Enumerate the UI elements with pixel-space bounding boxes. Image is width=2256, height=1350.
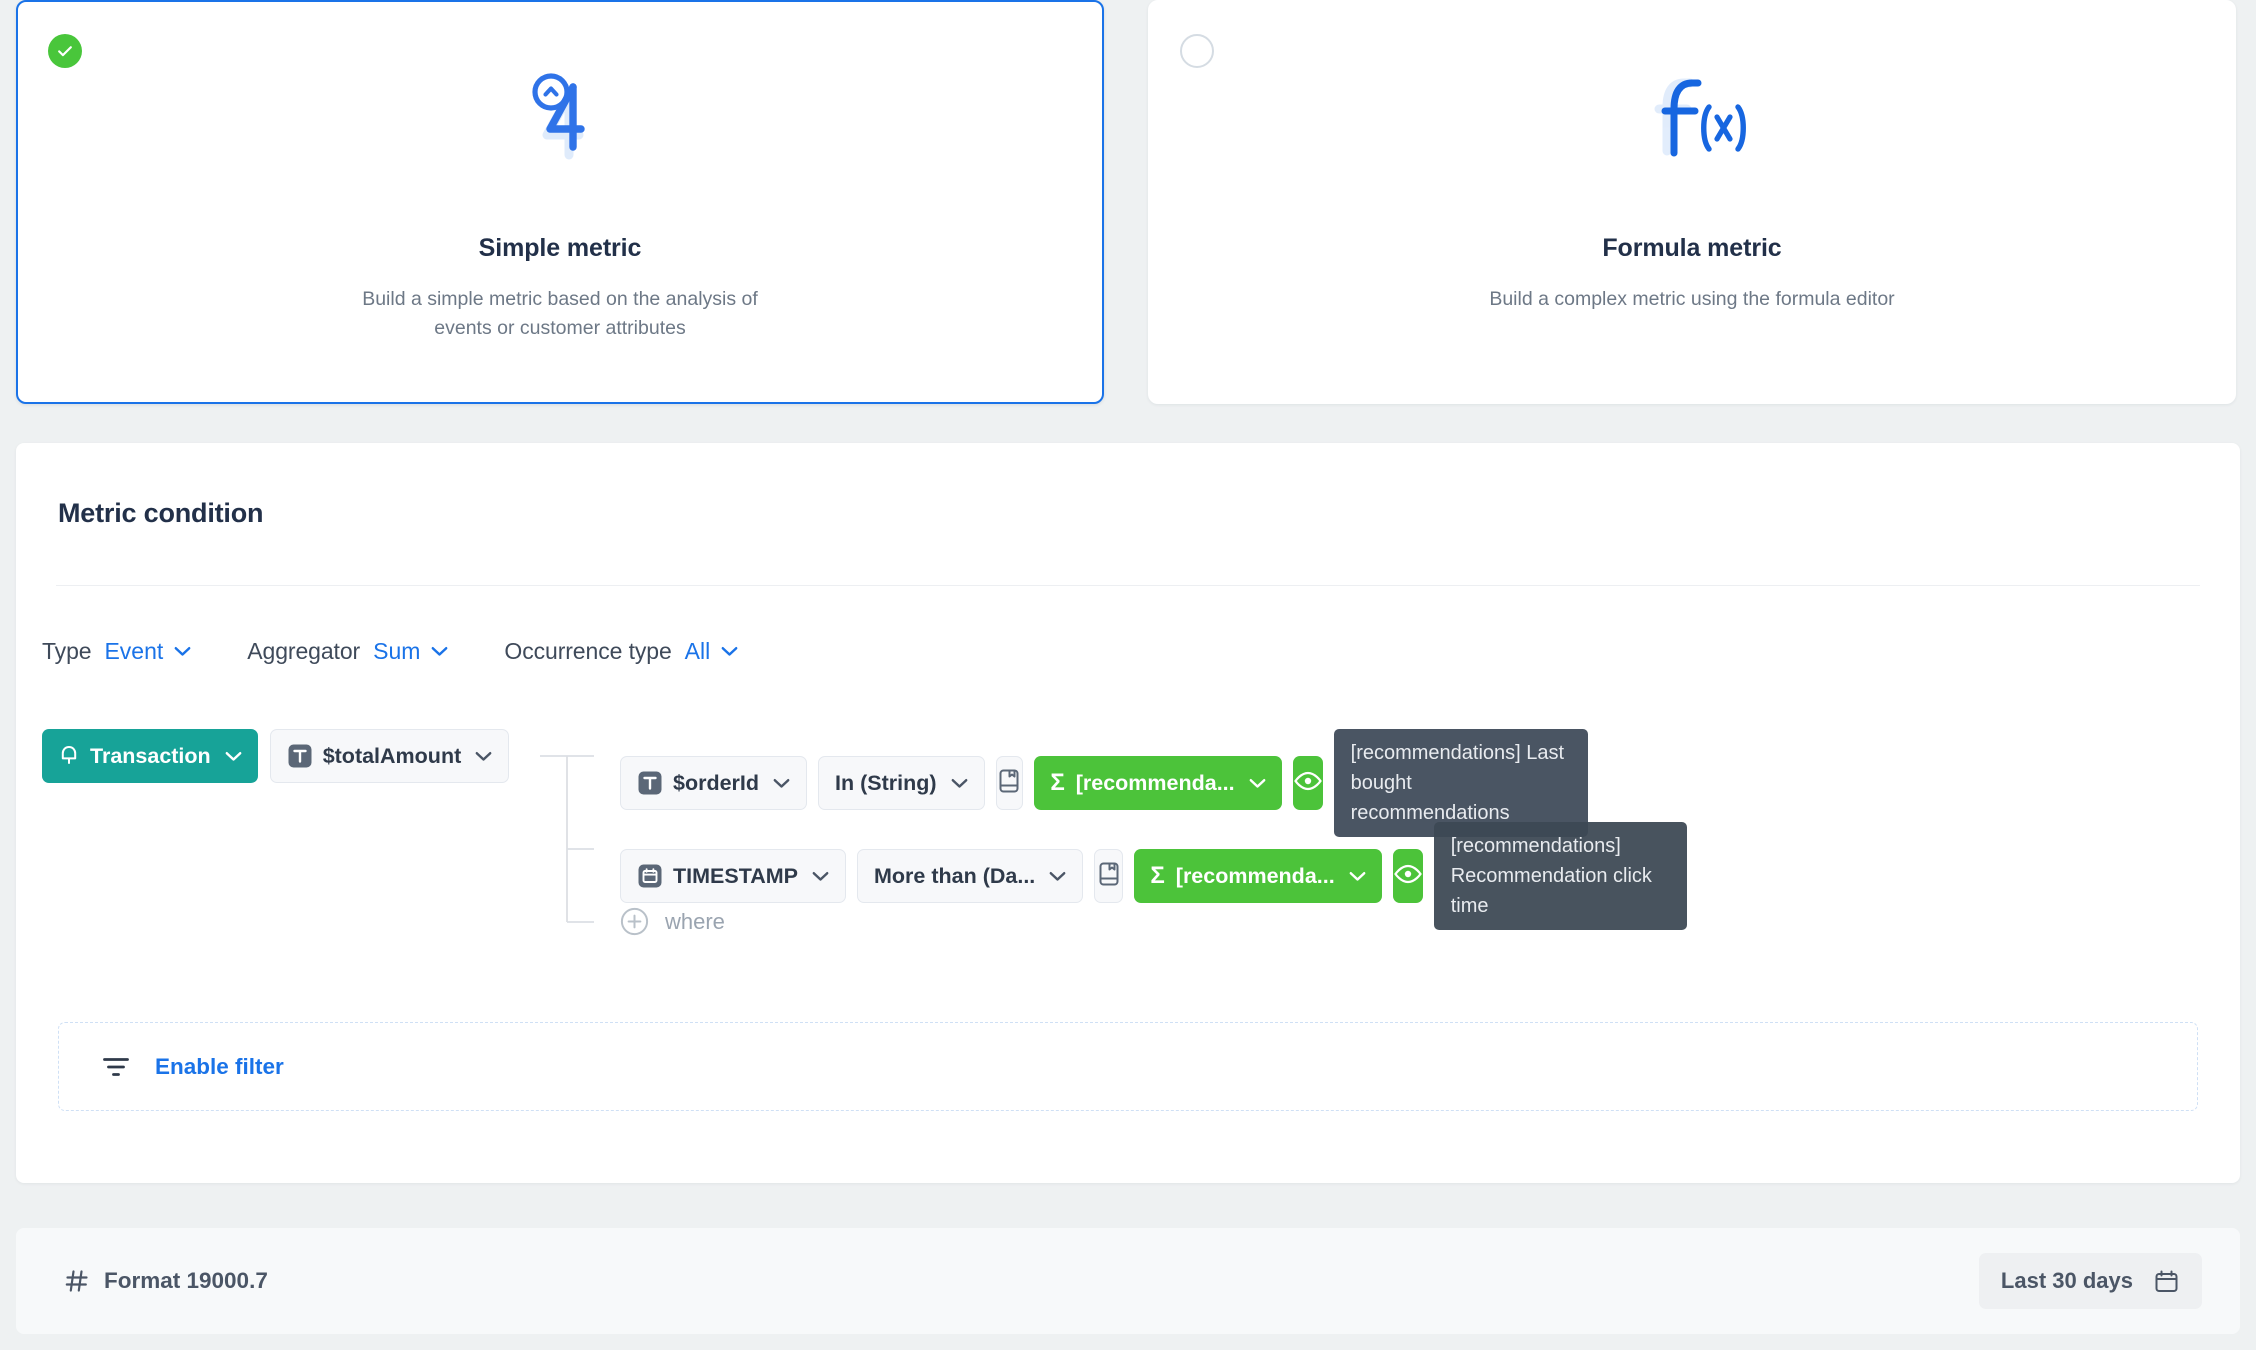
- plus-circle-icon: [620, 907, 649, 936]
- setting-type-dropdown[interactable]: Event: [104, 638, 191, 665]
- enable-filter-button[interactable]: Enable filter: [58, 1022, 2198, 1111]
- add-condition-row: where: [620, 907, 725, 936]
- setting-occurrence-label: Occurrence type: [504, 638, 671, 665]
- bell-icon: [58, 744, 80, 768]
- event-chip-transaction[interactable]: Transaction: [42, 729, 258, 783]
- date-range-label: Last 30 days: [2001, 1268, 2133, 1294]
- card-body-simple: Simple metric Build a simple metric base…: [18, 58, 1102, 343]
- setting-occurrence-dropdown[interactable]: All: [685, 638, 739, 665]
- condition-tooltip: [recommendations] Recommendation click t…: [1434, 822, 1687, 930]
- chevron-down-icon: [475, 751, 492, 762]
- chevron-down-icon: [773, 778, 790, 789]
- eye-icon: [1393, 863, 1423, 890]
- book-icon: [997, 768, 1021, 799]
- condition-tree-connector: [522, 729, 622, 944]
- filter-icon: [101, 1054, 131, 1080]
- chevron-down-icon: [174, 646, 191, 657]
- condition-field-chip[interactable]: $orderId: [620, 756, 807, 810]
- condition-field-label: TIMESTAMP: [673, 864, 798, 889]
- card-description-line1: Build a simple metric based on the analy…: [362, 288, 758, 310]
- setting-aggregator-label: Aggregator: [247, 638, 360, 665]
- sigma-icon: Σ: [1150, 864, 1164, 888]
- attribute-chip-total-amount[interactable]: $totalAmount: [270, 729, 510, 783]
- metric-type-card-formula[interactable]: Formula metric Build a complex metric us…: [1148, 0, 2236, 404]
- text-type-icon: [637, 770, 663, 796]
- setting-aggregator: Aggregator Sum: [247, 638, 448, 665]
- date-range-picker[interactable]: Last 30 days: [1979, 1253, 2202, 1309]
- calendar-icon: [637, 863, 663, 889]
- preview-eye-button[interactable]: [1393, 849, 1423, 903]
- preview-eye-button[interactable]: [1293, 756, 1323, 810]
- add-where-button[interactable]: where: [620, 907, 725, 936]
- enable-filter-label: Enable filter: [155, 1054, 284, 1080]
- chevron-down-icon: [721, 646, 738, 657]
- condition-value-label: [recommenda...: [1176, 864, 1335, 889]
- add-where-label: where: [665, 909, 725, 935]
- setting-aggregator-dropdown[interactable]: Sum: [373, 638, 448, 665]
- setting-type-label: Type: [42, 638, 91, 665]
- card-description-line2: events or customer attributes: [434, 317, 685, 339]
- metric-type-card-simple[interactable]: Simple metric Build a simple metric base…: [16, 0, 1104, 404]
- book-icon-button[interactable]: [1094, 849, 1123, 903]
- chevron-down-icon: [1049, 871, 1066, 882]
- condition-operator-chip[interactable]: More than (Da...: [857, 849, 1083, 903]
- card-description-simple: Build a simple metric based on the analy…: [362, 285, 758, 343]
- condition-operator-label: More than (Da...: [874, 864, 1035, 889]
- page-title: Metric condition: [58, 498, 263, 529]
- format-button[interactable]: Format 19000.7: [64, 1268, 268, 1294]
- condition-row: $orderId In (String): [620, 729, 1588, 837]
- chevron-down-icon: [225, 751, 242, 762]
- metric-builder-page: Simple metric Build a simple metric base…: [0, 0, 2256, 1350]
- card-title-formula: Formula metric: [1602, 234, 1781, 263]
- source-chips: Transaction $totalAmount: [42, 729, 509, 783]
- condition-field-chip[interactable]: TIMESTAMP: [620, 849, 846, 903]
- eye-icon: [1293, 770, 1323, 797]
- metric-type-card-list: Simple metric Build a simple metric base…: [0, 0, 2256, 404]
- bottom-toolbar: Format 19000.7 Last 30 days: [16, 1228, 2240, 1334]
- number-four-icon: [506, 58, 614, 168]
- metric-settings-row: Type Event Aggregator Sum Occurrence typ…: [42, 638, 794, 665]
- book-icon-button[interactable]: [996, 756, 1024, 810]
- text-type-icon: [287, 743, 313, 769]
- function-fx-icon: [1633, 58, 1751, 168]
- condition-value-label: [recommenda...: [1076, 771, 1235, 796]
- chevron-down-icon: [431, 646, 448, 657]
- card-body-formula: Formula metric Build a complex metric us…: [1150, 58, 2234, 314]
- condition-row: TIMESTAMP More than (Da...: [620, 822, 1687, 930]
- divider: [56, 585, 2200, 586]
- setting-type: Type Event: [42, 638, 191, 665]
- card-description-formula: Build a complex metric using the formula…: [1489, 285, 1894, 314]
- hash-icon: [64, 1268, 90, 1294]
- sigma-icon: Σ: [1050, 771, 1064, 795]
- attribute-chip-label: $totalAmount: [323, 744, 462, 769]
- setting-occurrence-value: All: [685, 638, 711, 665]
- calendar-icon: [2153, 1268, 2180, 1295]
- condition-value-chip[interactable]: Σ [recommenda...: [1134, 849, 1381, 903]
- book-icon: [1097, 861, 1121, 892]
- condition-value-chip[interactable]: Σ [recommenda...: [1034, 756, 1281, 810]
- condition-tooltip: [recommendations] Last bought recommenda…: [1334, 729, 1588, 837]
- condition-field-label: $orderId: [673, 771, 759, 796]
- card-title-simple: Simple metric: [479, 234, 642, 263]
- event-chip-label: Transaction: [90, 744, 211, 769]
- chevron-down-icon: [1249, 778, 1266, 789]
- chevron-down-icon: [812, 871, 829, 882]
- condition-operator-chip[interactable]: In (String): [818, 756, 985, 810]
- chevron-down-icon: [951, 778, 968, 789]
- setting-type-value: Event: [104, 638, 163, 665]
- condition-operator-label: In (String): [835, 771, 937, 796]
- setting-aggregator-value: Sum: [373, 638, 420, 665]
- format-label: Format 19000.7: [104, 1268, 268, 1294]
- setting-occurrence-type: Occurrence type All: [504, 638, 738, 665]
- chevron-down-icon: [1349, 871, 1366, 882]
